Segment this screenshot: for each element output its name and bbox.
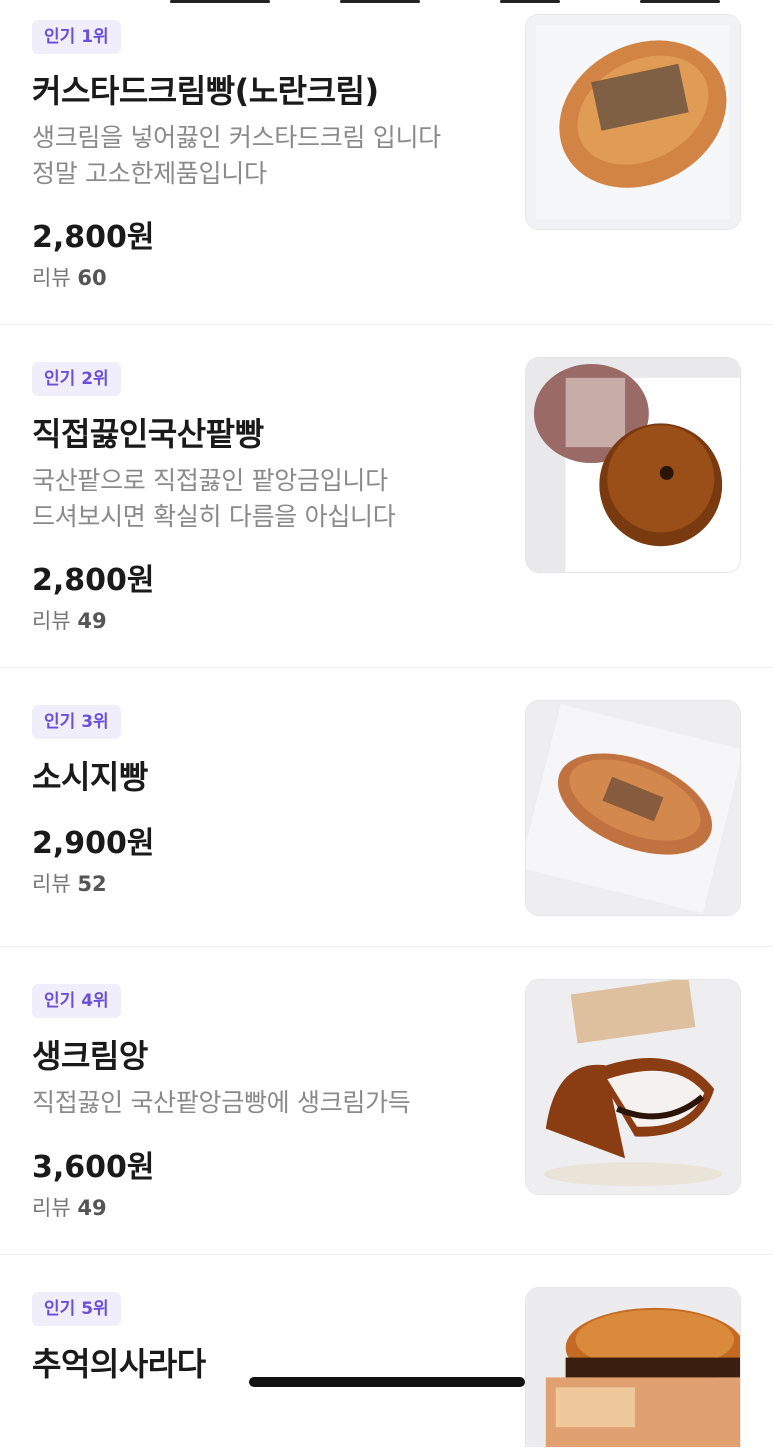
- rank-badge: 인기 3위: [32, 705, 121, 739]
- review-count: 리뷰 49: [32, 609, 107, 633]
- menu-item-name: 직접끓인국산팥빵: [32, 415, 264, 453]
- menu-item-photo[interactable]: [525, 1287, 741, 1447]
- menu-item-name: 커스타드크림빵(노란크림): [32, 72, 379, 110]
- menu-item-photo[interactable]: [525, 979, 741, 1195]
- menu-item-photo[interactable]: [525, 14, 741, 230]
- rank-badge: 인기 1위: [32, 20, 121, 54]
- menu-item-price: 2,800원: [32, 563, 155, 598]
- menu-item[interactable]: 인기 5위 추억의사라다: [0, 1255, 773, 1455]
- menu-item-price: 2,800원: [32, 220, 155, 255]
- menu-item-photo[interactable]: [525, 357, 741, 573]
- menu-item-price: 3,600원: [32, 1150, 155, 1185]
- menu-item-description: 생크림을 넣어끓인 커스타드크림 입니다 정말 고소한제품입니다: [32, 123, 441, 188]
- review-count: 리뷰 52: [32, 872, 107, 896]
- menu-item-description: 국산팥으로 직접끓인 팥앙금입니다 드셔보시면 확실히 다름을 아십니다: [32, 466, 396, 531]
- menu-item-description: 직접끓인 국산팥앙금빵에 생크림가득: [32, 1088, 411, 1117]
- menu-item-name: 생크림앙: [32, 1037, 148, 1075]
- menu-item[interactable]: 인기 3위 소시지빵 2,900원 리뷰 52: [0, 668, 773, 947]
- review-count: 리뷰 49: [32, 1196, 107, 1220]
- menu-item-photo[interactable]: [525, 700, 741, 916]
- menu-list: 인기 1위 커스타드크림빵(노란크림) 생크림을 넣어끓인 커스타드크림 입니다…: [0, 0, 773, 1455]
- review-count: 리뷰 60: [32, 266, 107, 290]
- rank-badge: 인기 5위: [32, 1292, 121, 1326]
- rank-badge: 인기 2위: [32, 362, 121, 396]
- rank-badge: 인기 4위: [32, 984, 121, 1018]
- menu-item-name: 추억의사라다: [32, 1345, 206, 1383]
- home-indicator[interactable]: [249, 1377, 525, 1387]
- menu-item[interactable]: 인기 1위 커스타드크림빵(노란크림) 생크림을 넣어끓인 커스타드크림 입니다…: [0, 0, 773, 325]
- menu-item-price: 2,900원: [32, 826, 155, 861]
- menu-item[interactable]: 인기 4위 생크림앙 직접끓인 국산팥앙금빵에 생크림가득 3,600원 리뷰 …: [0, 947, 773, 1255]
- menu-item[interactable]: 인기 2위 직접끓인국산팥빵 국산팥으로 직접끓인 팥앙금입니다 드셔보시면 확…: [0, 325, 773, 668]
- menu-item-name: 소시지빵: [32, 758, 148, 796]
